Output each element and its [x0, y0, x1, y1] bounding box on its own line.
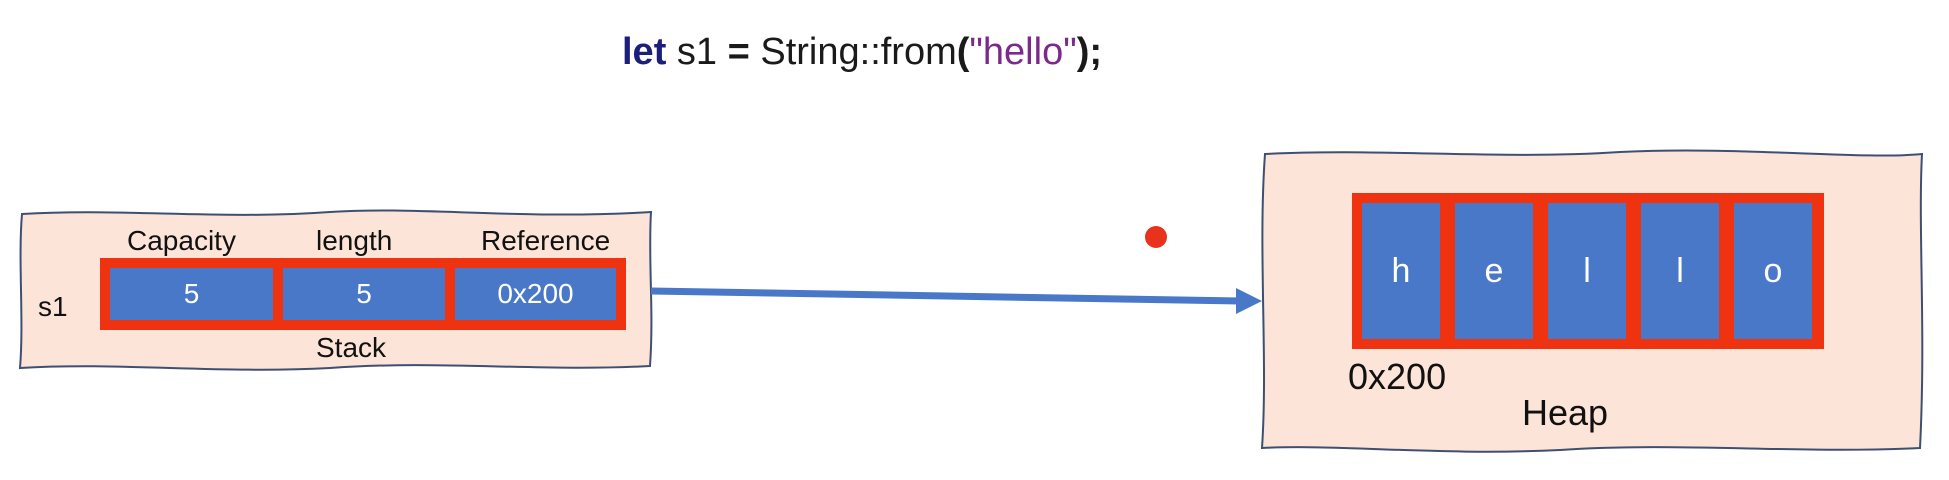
- stack-value-reference: 0x200: [455, 268, 616, 320]
- heap-char-cell: h: [1362, 203, 1440, 339]
- heap-caption: Heap: [1522, 392, 1609, 433]
- heap-char-cell: o: [1734, 203, 1812, 339]
- heap-char-cell: l: [1641, 203, 1719, 339]
- heap-char-cell: e: [1455, 203, 1533, 339]
- stack-value-length: 5: [283, 268, 445, 320]
- heap-char-cell: l: [1548, 203, 1626, 339]
- stack-header-length: length: [316, 225, 393, 256]
- stack-value-capacity: 5: [110, 268, 273, 320]
- pointer-arrow-line: [650, 287, 1241, 305]
- stack-caption: Stack: [316, 332, 387, 363]
- pointer-dot: [1145, 226, 1167, 248]
- stack-row-label: s1: [38, 291, 68, 322]
- heap-address: 0x200: [1348, 356, 1447, 397]
- pointer-arrow-head: [1236, 288, 1262, 314]
- stack-header-capacity: Capacity: [127, 225, 236, 256]
- stack-header-reference: Reference: [481, 225, 611, 256]
